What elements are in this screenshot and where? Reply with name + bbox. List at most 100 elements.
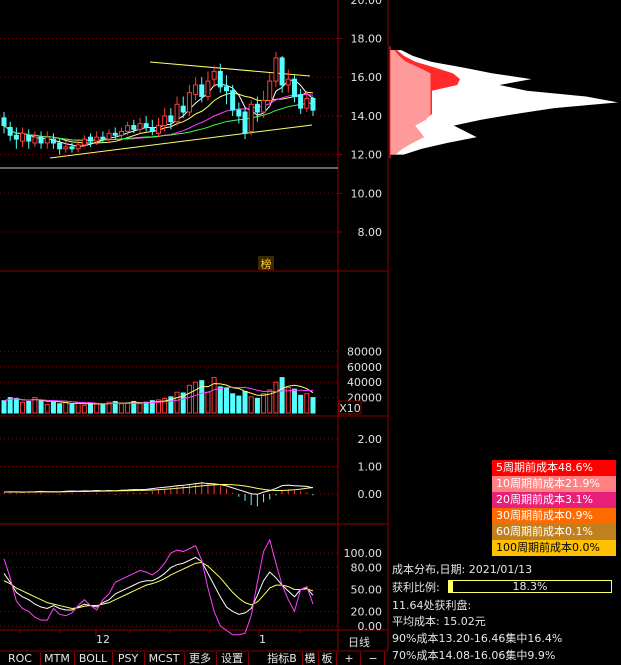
candle-body [273,57,279,82]
tab-board[interactable]: 板 [318,652,337,665]
price-tick-label-1: 18.00 [351,33,383,46]
volume-bar [211,377,217,414]
candle-body [118,130,124,136]
kdj-tick-label-2: 50.00 [351,584,383,597]
tab-psy[interactable]: PSY [112,652,145,665]
legend-row: 5周期前成本48.6% [492,460,616,476]
candle-body [81,138,87,146]
price-tick-label-3: 14.00 [351,110,383,123]
candle-body [174,103,180,123]
bang-badge: 榜 [261,257,272,271]
kdj-k-line [3,556,314,615]
candle-body [20,132,26,142]
volume-bar [57,403,63,414]
chip-date-line: 成本分布,日期: 2021/01/13 [392,561,532,577]
candle-body [254,103,260,113]
volume-bar [291,388,297,414]
price-tick-label-2: 16.00 [351,71,383,84]
volume-bar [26,400,32,414]
candle-body [7,127,13,136]
candle-body [168,115,174,123]
volume-bar [199,380,205,414]
chip-date-label: 成本分布,日期: [392,563,469,576]
zoom-out-button[interactable]: − [362,652,385,665]
candle-body [261,99,267,113]
candle-body [26,134,32,142]
candle-body [149,127,155,132]
macd-tick-label-0: 2.00 [358,433,383,446]
candle-body [236,109,242,117]
kdj-j-line [3,538,314,636]
candle-body [279,57,285,86]
candle-body [310,97,316,111]
candle-body [137,123,143,130]
price-tick-label-4: 12.00 [351,149,383,162]
volume-bar [248,396,254,414]
volume-bar [143,401,149,414]
candle-body [75,144,81,150]
candle-body [304,97,310,109]
candle-body [193,84,199,96]
candle-body [180,105,186,113]
volume-bar [236,395,242,414]
tab-mtm[interactable]: MTM [40,652,75,665]
candle-body [242,111,248,134]
volume-bar [125,402,131,414]
volume-bar [20,401,26,414]
kdj-d-line [3,561,314,609]
kdj-tick-label-3: 20.00 [351,605,383,618]
zoom-in-button[interactable]: + [338,652,361,665]
profit-ratio-bar: 18.3% [448,580,612,593]
legend-row: 20周期前成本3.1% [492,492,616,508]
candle-body [248,103,254,132]
upper-trendline [149,61,311,77]
tab-mcst[interactable]: MCST [144,652,185,665]
candle-body [32,136,38,144]
volume-bar [81,404,87,414]
tab-roc[interactable]: ROC [0,652,41,665]
volume-bar [242,390,248,414]
vol-tick-label-2: 40000 [347,376,382,389]
volume-bar [193,381,199,414]
volume-bar [63,401,69,414]
candle-body [143,123,149,129]
profit-ratio-value: 18.3% [512,580,548,593]
macd-tick-label-2: 0.00 [358,488,383,501]
candle-body [285,78,291,86]
tab-more[interactable]: 更多 [184,652,217,665]
candle-body [63,146,69,150]
vol-tick-label-1: 60000 [347,361,382,374]
legend-row: 30周期前成本0.9% [492,508,616,524]
price-tick-label-6: 8.00 [358,226,383,239]
vol-tick-label-0: 80000 [347,345,382,358]
tab-boll[interactable]: BOLL [74,652,113,665]
volume-bar [174,391,180,414]
volume-bar [304,393,310,414]
volume-bar [254,397,260,414]
volume-bar [13,397,19,414]
tab-indicator-b[interactable]: 指标B [262,652,303,665]
price-tick-label-5: 10.00 [351,187,383,200]
volume-bar [223,387,229,414]
candle-body [88,136,94,142]
volume-bar [186,384,192,414]
candle-body [131,125,137,130]
kdj-tick-label-1: 80.00 [351,562,383,575]
period-label[interactable]: 日线 [348,634,370,650]
candle-body [100,136,106,140]
tab-settings[interactable]: 设置 [216,652,249,665]
candle-body [125,125,131,132]
vol-unit: X10 [339,402,361,415]
candle-body [156,125,161,134]
tab-template[interactable]: 模 [302,652,319,665]
volume-bar [205,391,211,414]
candle-body [199,84,205,98]
candle-body [186,92,192,113]
x-label-12: 12 [96,633,110,646]
volume-bar [69,404,75,414]
volume-bar [310,397,316,414]
volume-bar [137,403,143,414]
volume-bar [94,403,100,414]
candle-body [217,70,223,88]
indicator-tabbar: ROC MTM BOLL PSY MCST 更多 设置 指标B 模 板 + − [0,652,621,665]
